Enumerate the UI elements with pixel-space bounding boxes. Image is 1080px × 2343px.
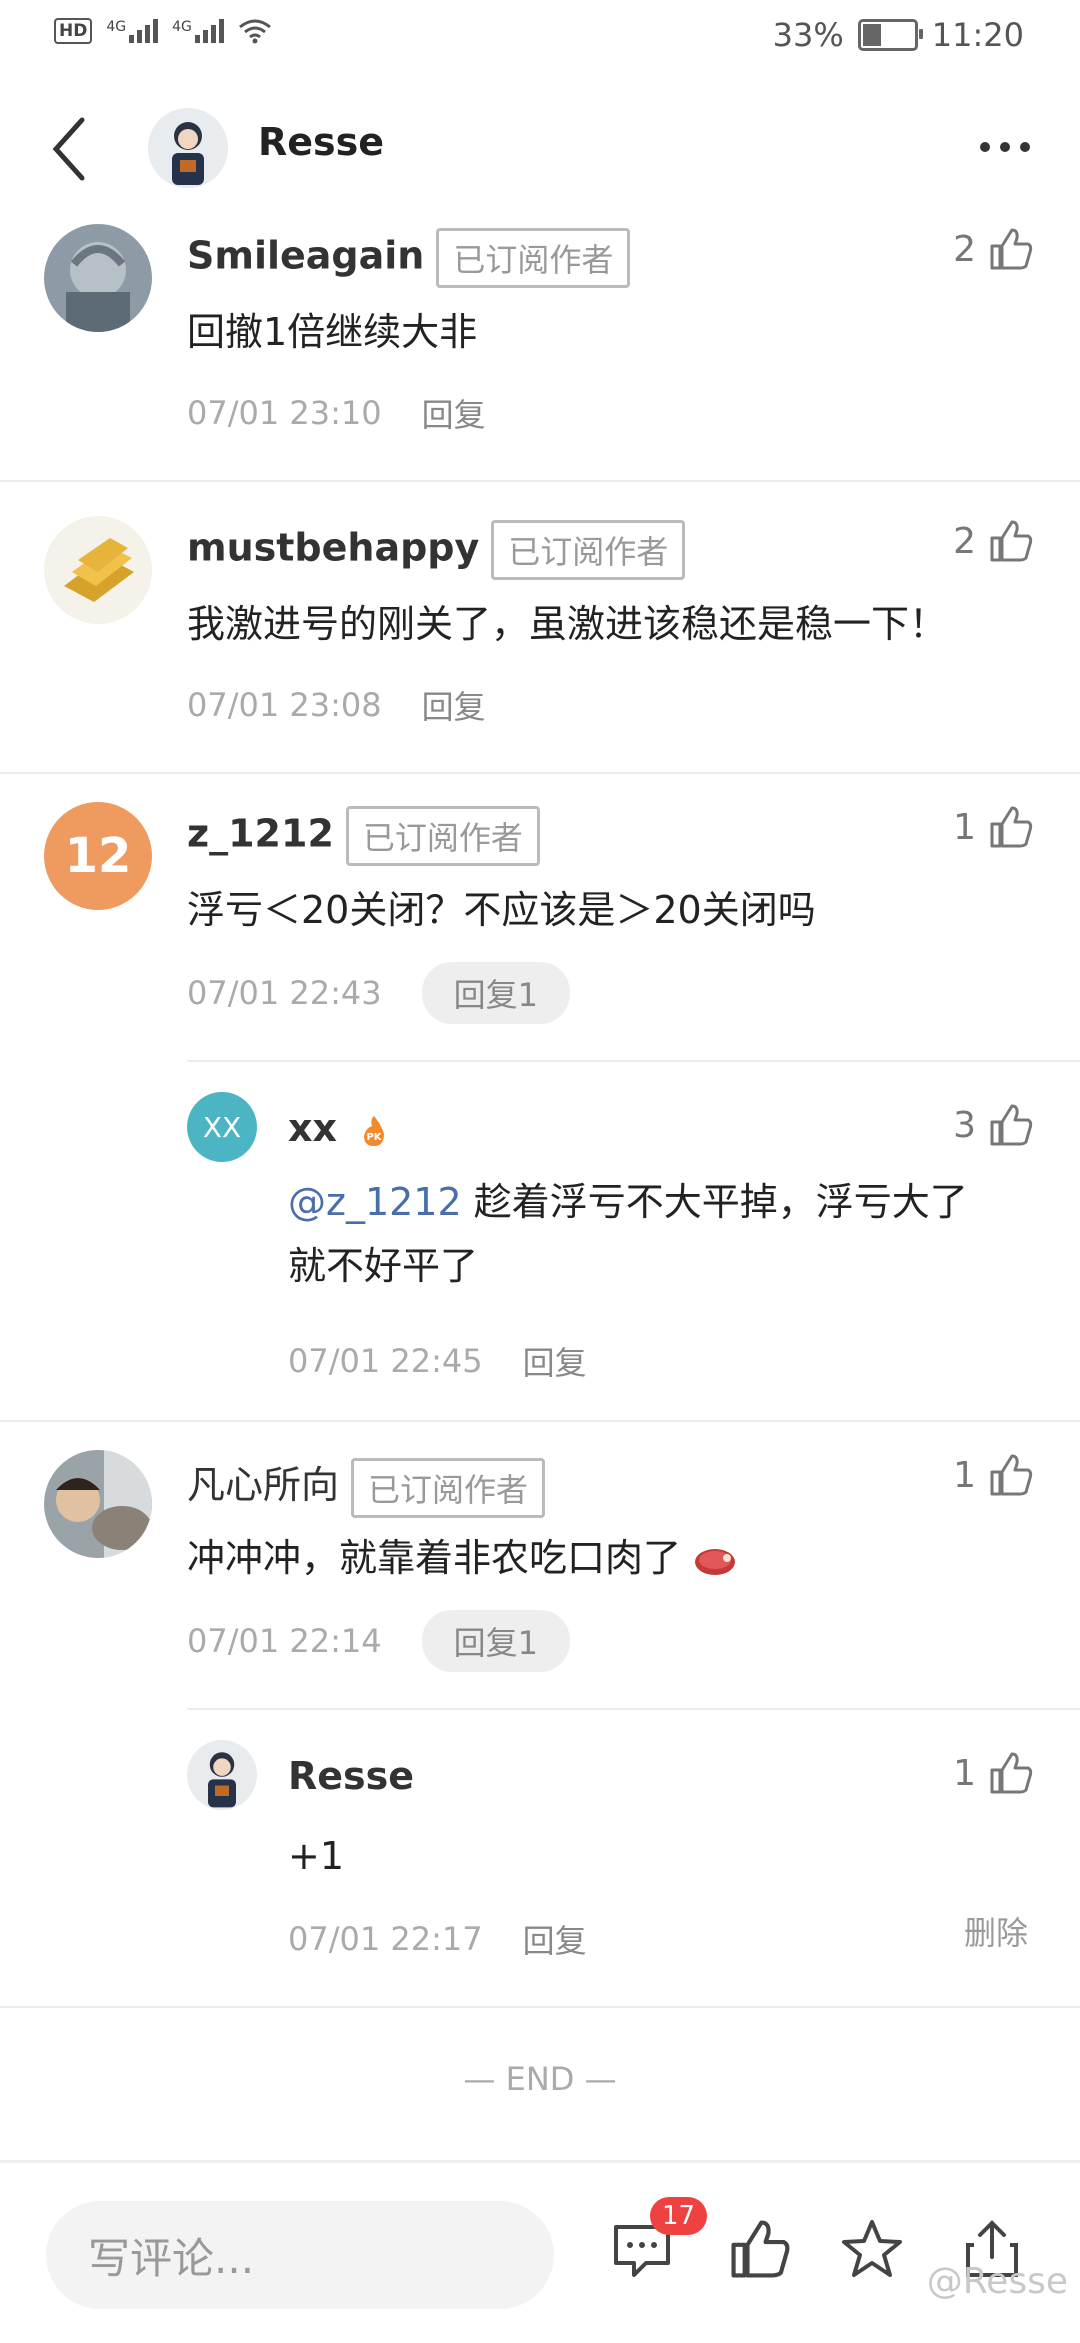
reply-text: @z_1212 趁着浮亏不大平掉，浮亏大了 就不好平了: [288, 1180, 968, 1288]
like-button[interactable]: 1: [953, 804, 1034, 850]
commenter-avatar[interactable]: [44, 516, 152, 624]
commenter-avatar[interactable]: [44, 1450, 152, 1558]
view-replies-button[interactable]: 回复1: [421, 1610, 570, 1672]
more-options-button[interactable]: [980, 122, 1040, 172]
reply-time: 07/01 22:17: [288, 1920, 483, 1958]
comment-item: mustbehappy 已订阅作者 2 我激进号的刚关了，虽激进该稳还是稳一下！ …: [0, 480, 1080, 774]
commenter-name[interactable]: 凡心所向 已订阅作者: [187, 1454, 546, 1518]
thumbs-up-icon: [990, 806, 1033, 848]
reply-button[interactable]: 回复: [422, 682, 486, 728]
comment-input[interactable]: 写评论...: [46, 2201, 554, 2309]
like-count: 2: [953, 520, 976, 562]
back-button[interactable]: [44, 114, 104, 184]
comment-time: 07/01 22:43: [187, 974, 382, 1012]
like-post-button[interactable]: [728, 2217, 792, 2281]
view-replies-button[interactable]: 回复1: [421, 962, 570, 1024]
thumbs-up-icon: [990, 1104, 1033, 1146]
thumbs-up-icon: [990, 520, 1033, 562]
replier-name[interactable]: Resse: [288, 1754, 414, 1798]
battery-icon: [857, 19, 923, 51]
reply-button[interactable]: 回复: [523, 1916, 587, 1962]
reply-button[interactable]: 回复: [422, 390, 486, 436]
status-bar: HD 4G 4G 33% 11:20: [0, 0, 1080, 76]
reply-text: +1: [288, 1834, 345, 1878]
comment-text: 回撤1倍继续大非: [187, 310, 478, 354]
replier-avatar[interactable]: XX: [187, 1092, 257, 1162]
reply-time: 07/01 22:45: [288, 1342, 483, 1380]
thumbs-up-icon: [990, 1752, 1033, 1794]
hd-indicator: HD: [54, 18, 93, 44]
replier-avatar[interactable]: [187, 1740, 257, 1810]
like-button[interactable]: 1: [953, 1750, 1034, 1796]
commenter-avatar[interactable]: [44, 224, 152, 332]
wifi-icon: [238, 19, 271, 44]
comment-item: Smileagain 已订阅作者 2 回撤1倍继续大非 07/01 23:10 回…: [0, 200, 1080, 482]
chevron-left-icon: [52, 117, 85, 181]
divider: [187, 1060, 1080, 1062]
reply-button[interactable]: 回复: [523, 1338, 587, 1384]
bottom-action-bar: 写评论... 17 @Resse: [0, 2160, 1080, 2343]
favorite-button[interactable]: [840, 2217, 904, 2281]
thumbs-up-icon: [990, 228, 1033, 270]
mention-link[interactable]: @z_1212: [288, 1180, 462, 1224]
comment-count-badge: 17: [650, 2197, 708, 2235]
delete-button[interactable]: 删除: [964, 1908, 1028, 1954]
like-button[interactable]: 2: [953, 226, 1034, 272]
comment-time: 07/01 23:08: [187, 686, 382, 724]
clock: 11:20: [931, 16, 1024, 54]
battery-percent: 33%: [772, 16, 844, 54]
comment-item: 凡心所向 已订阅作者 1 冲冲冲，就靠着非农吃口肉了 07/01 22:14 回复…: [0, 1420, 1080, 2008]
like-count: 3: [953, 1104, 976, 1146]
comment-text: 冲冲冲，就靠着非农吃口肉了: [187, 1526, 739, 1590]
star-icon: [842, 2220, 902, 2277]
comment-text: 浮亏＜20关闭？不应该是＞20关闭吗: [187, 888, 816, 932]
author-name[interactable]: Resse: [258, 120, 384, 164]
svg-text:PK: PK: [367, 1132, 383, 1143]
like-button[interactable]: 3: [953, 1102, 1034, 1148]
meat-emoji-icon: [695, 1548, 736, 1575]
watermark: @Resse: [926, 2261, 1068, 2302]
author-avatar[interactable]: [148, 108, 228, 188]
commenter-name[interactable]: Smileagain 已订阅作者: [187, 228, 631, 288]
top-navigation: Resse: [0, 100, 1080, 200]
comment-item: 12 z_1212 已订阅作者 1 浮亏＜20关闭？不应该是＞20关闭吗 07/0…: [0, 772, 1080, 1422]
replier-name[interactable]: xx PK: [288, 1106, 390, 1150]
subscribed-badge: 已订阅作者: [436, 228, 631, 288]
commenter-name[interactable]: z_1212 已订阅作者: [187, 806, 540, 866]
signal-icon: 4G: [106, 19, 159, 43]
commenter-avatar[interactable]: 12: [44, 802, 152, 910]
comment-text: 我激进号的刚关了，虽激进该稳还是稳一下！: [187, 602, 948, 646]
signal-icon-2: 4G: [172, 19, 224, 43]
subscribed-badge: 已订阅作者: [351, 1457, 546, 1518]
comment-time: 07/01 22:14: [187, 1622, 382, 1660]
like-count: 1: [953, 1752, 976, 1794]
comment-time: 07/01 23:10: [187, 394, 382, 432]
like-count: 1: [953, 806, 976, 848]
end-marker: — END —: [463, 2060, 617, 2098]
divider: [187, 1708, 1080, 1710]
like-count: 2: [953, 228, 976, 270]
like-button[interactable]: 1: [953, 1452, 1034, 1498]
subscribed-badge: 已订阅作者: [345, 806, 540, 866]
subscribed-badge: 已订阅作者: [491, 520, 686, 580]
pk-fire-icon: PK: [364, 1115, 385, 1146]
thumbs-up-icon: [990, 1454, 1033, 1496]
like-button[interactable]: 2: [953, 518, 1034, 564]
like-count: 1: [953, 1454, 976, 1496]
thumbs-up-icon: [731, 2220, 790, 2278]
commenter-name[interactable]: mustbehappy 已订阅作者: [187, 520, 686, 580]
